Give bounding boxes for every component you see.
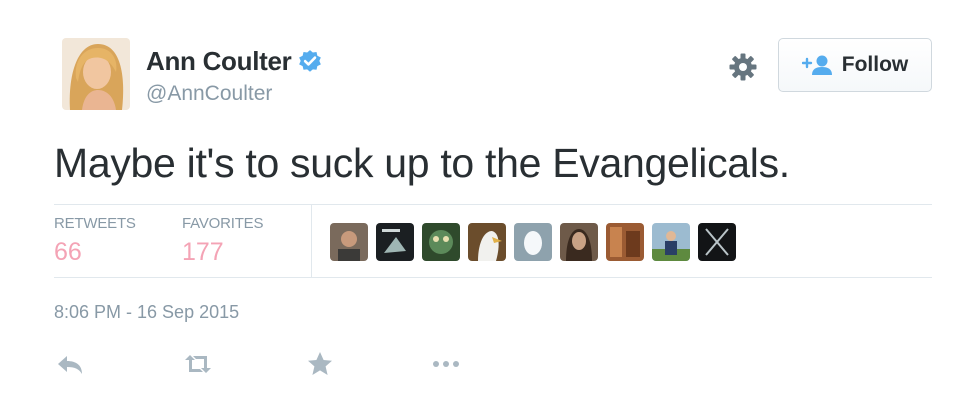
favorites-stat[interactable]: FAVORITES 177 [182,215,263,267]
favoriter-avatar[interactable] [514,223,552,261]
retweets-stat[interactable]: RETWEETS 66 [54,215,136,267]
verified-badge-icon [299,49,322,72]
favoriter-avatar[interactable] [376,223,414,261]
tweet-text: Maybe it's to suck up to the Evangelical… [54,140,790,186]
favoriter-avatar[interactable] [422,223,460,261]
favoriter-avatar[interactable] [698,223,736,261]
favorites-count: 177 [182,238,224,266]
follow-button-label: Follow [841,53,909,76]
person-plus-icon [801,55,832,75]
avatar[interactable] [62,38,130,110]
stats-divider [311,205,312,277]
star-icon[interactable] [304,350,336,378]
retweet-icon[interactable] [182,350,214,378]
favoriter-avatar[interactable] [652,223,690,261]
tweet-stats: RETWEETS 66 FAVORITES 177 [54,204,932,278]
favorites-label: FAVORITES [182,215,264,232]
user-name-row[interactable]: Ann Coulter [146,46,323,77]
favoriter-avatar[interactable] [560,223,598,261]
tweet-actions [54,350,494,380]
retweets-label: RETWEETS [54,215,136,232]
follow-button[interactable]: Follow [778,38,932,92]
favoriter-avatar[interactable] [606,223,644,261]
gear-icon[interactable] [728,52,758,82]
retweets-count: 66 [54,238,82,266]
tweet-timestamp[interactable]: 8:06 PM - 16 Sep 2015 [54,302,239,323]
favoriter-avatar[interactable] [468,223,506,261]
favoriter-avatar[interactable] [330,223,368,261]
user-handle[interactable]: @AnnCoulter [146,82,272,106]
reply-icon[interactable] [54,350,86,378]
more-dots-icon[interactable] [430,350,462,378]
favoriter-avatars [330,223,744,261]
user-name[interactable]: Ann Coulter [146,46,292,77]
